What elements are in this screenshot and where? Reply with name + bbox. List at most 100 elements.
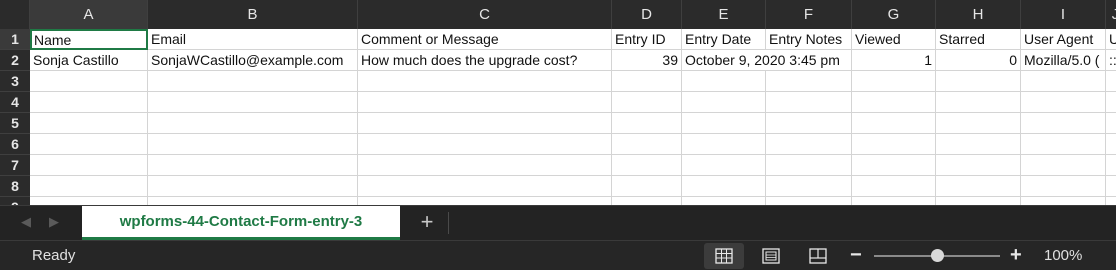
cell-h4[interactable] <box>936 92 1021 113</box>
cell-e7[interactable] <box>682 155 766 176</box>
cell-b7[interactable] <box>148 155 358 176</box>
cell-i2[interactable]: Mozilla/5.0 ( <box>1021 50 1106 71</box>
column-header-c[interactable]: C <box>358 0 612 29</box>
cell-e9[interactable] <box>682 197 766 205</box>
cell-h5[interactable] <box>936 113 1021 134</box>
cell-h8[interactable] <box>936 176 1021 197</box>
row-header-9[interactable]: 9 <box>0 197 30 205</box>
cell-g9[interactable] <box>852 197 936 205</box>
row-header-7[interactable]: 7 <box>0 155 30 176</box>
column-header-d[interactable]: D <box>612 0 682 29</box>
cell-c7[interactable] <box>358 155 612 176</box>
cell-a8[interactable] <box>30 176 148 197</box>
column-header-b[interactable]: B <box>148 0 358 29</box>
cell-j2[interactable]: :: <box>1106 50 1116 71</box>
cell-j4[interactable] <box>1106 92 1116 113</box>
cell-e5[interactable] <box>682 113 766 134</box>
cell-h2[interactable]: 0 <box>936 50 1021 71</box>
cell-c8[interactable] <box>358 176 612 197</box>
row-header-6[interactable]: 6 <box>0 134 30 155</box>
zoom-in-button[interactable]: + <box>1010 244 1022 267</box>
cell-g8[interactable] <box>852 176 936 197</box>
cell-c6[interactable] <box>358 134 612 155</box>
cell-e1[interactable]: Entry Date <box>682 29 766 50</box>
cell-a5[interactable] <box>30 113 148 134</box>
cell-i5[interactable] <box>1021 113 1106 134</box>
add-sheet-button[interactable]: + <box>415 209 439 234</box>
cell-i9[interactable] <box>1021 197 1106 205</box>
cell-d6[interactable] <box>612 134 682 155</box>
cell-c3[interactable] <box>358 71 612 92</box>
chevron-left-icon[interactable]: ◀ <box>18 214 34 230</box>
cell-g5[interactable] <box>852 113 936 134</box>
cell-j9[interactable] <box>1106 197 1116 205</box>
cell-h1[interactable]: Starred <box>936 29 1021 50</box>
cell-f3[interactable] <box>766 71 852 92</box>
cell-h6[interactable] <box>936 134 1021 155</box>
cell-g3[interactable] <box>852 71 936 92</box>
cell-b8[interactable] <box>148 176 358 197</box>
cell-a2[interactable]: Sonja Castillo <box>30 50 148 71</box>
cell-h3[interactable] <box>936 71 1021 92</box>
cell-a6[interactable] <box>30 134 148 155</box>
cell-g4[interactable] <box>852 92 936 113</box>
cell-c5[interactable] <box>358 113 612 134</box>
row-header-5[interactable]: 5 <box>0 113 30 134</box>
cell-c2[interactable]: How much does the upgrade cost? <box>358 50 612 71</box>
cell-h7[interactable] <box>936 155 1021 176</box>
normal-view-button[interactable] <box>704 243 744 269</box>
page-break-preview-button[interactable] <box>798 243 838 269</box>
cell-d5[interactable] <box>612 113 682 134</box>
spreadsheet-grid[interactable]: A B C D E F G H I J 1 2 3 4 5 6 7 8 9 Na… <box>0 0 1116 205</box>
zoom-slider-thumb[interactable] <box>930 249 944 262</box>
cell-f4[interactable] <box>766 92 852 113</box>
column-header-i[interactable]: I <box>1021 0 1106 29</box>
cell-b3[interactable] <box>148 71 358 92</box>
cell-b1[interactable]: Email <box>148 29 358 50</box>
cell-b6[interactable] <box>148 134 358 155</box>
cell-g6[interactable] <box>852 134 936 155</box>
cell-d8[interactable] <box>612 176 682 197</box>
cell-b5[interactable] <box>148 113 358 134</box>
column-header-h[interactable]: H <box>936 0 1021 29</box>
cell-d9[interactable] <box>612 197 682 205</box>
cell-a1[interactable]: Name <box>30 29 148 50</box>
cell-d1[interactable]: Entry ID <box>612 29 682 50</box>
sheet-tab-active[interactable]: wpforms-44-Contact-Form-entry-3 <box>82 206 400 240</box>
cell-f5[interactable] <box>766 113 852 134</box>
cell-a7[interactable] <box>30 155 148 176</box>
cell-b4[interactable] <box>148 92 358 113</box>
zoom-out-button[interactable]: − <box>850 244 862 267</box>
cell-j8[interactable] <box>1106 176 1116 197</box>
cell-a3[interactable] <box>30 71 148 92</box>
zoom-level[interactable]: 100% <box>1044 247 1082 264</box>
column-header-a[interactable]: A <box>30 0 148 29</box>
cell-j7[interactable] <box>1106 155 1116 176</box>
cell-f1[interactable]: Entry Notes <box>766 29 852 50</box>
row-header-1[interactable]: 1 <box>0 29 30 50</box>
cell-j1[interactable]: U <box>1106 29 1116 50</box>
cell-e8[interactable] <box>682 176 766 197</box>
cell-i6[interactable] <box>1021 134 1106 155</box>
row-header-8[interactable]: 8 <box>0 176 30 197</box>
cell-i3[interactable] <box>1021 71 1106 92</box>
column-header-f[interactable]: F <box>766 0 852 29</box>
cell-e2[interactable]: October 9, 2020 3:45 pm <box>682 50 840 71</box>
cell-e6[interactable] <box>682 134 766 155</box>
column-header-j[interactable]: J <box>1106 0 1116 29</box>
cell-g1[interactable]: Viewed <box>852 29 936 50</box>
cell-f8[interactable] <box>766 176 852 197</box>
column-header-e[interactable]: E <box>682 0 766 29</box>
page-layout-button[interactable] <box>751 243 791 269</box>
cell-g2[interactable]: 1 <box>852 50 936 71</box>
cell-i8[interactable] <box>1021 176 1106 197</box>
row-header-2[interactable]: 2 <box>0 50 30 71</box>
cell-a4[interactable] <box>30 92 148 113</box>
cell-f6[interactable] <box>766 134 852 155</box>
cell-d4[interactable] <box>612 92 682 113</box>
cell-i4[interactable] <box>1021 92 1106 113</box>
select-all-corner[interactable] <box>0 0 30 29</box>
cell-e3[interactable] <box>682 71 766 92</box>
cell-b9[interactable] <box>148 197 358 205</box>
column-header-g[interactable]: G <box>852 0 936 29</box>
